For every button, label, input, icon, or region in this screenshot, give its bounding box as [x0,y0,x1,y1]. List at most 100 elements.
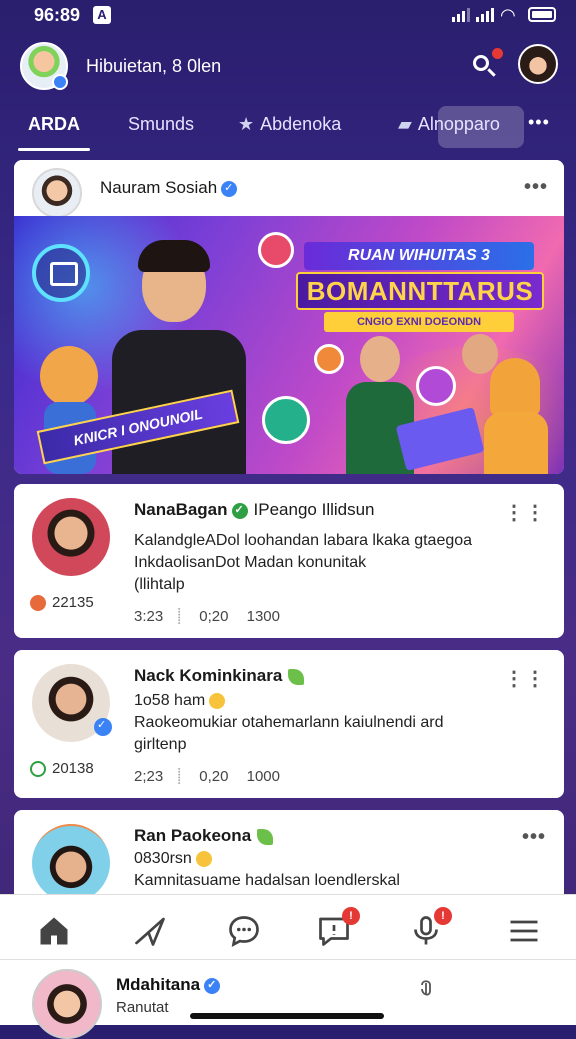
tab-alnopparo[interactable]: ▰ Alnopparo [398,114,500,135]
heart-chip-icon [258,232,294,268]
chat-bubble-icon: ▰ [398,114,412,134]
featured-post-card[interactable]: Nauram Sosiah ••• KNICR I ONOUNOIL RUAN … [14,160,564,474]
post-card[interactable]: Nack Kominkinara ⋮⋮ 1o58 ham Raokeomukia… [14,650,564,798]
more-options-icon[interactable]: ⋮⋮ [504,500,546,525]
post-author-label: Ran Paokeona [134,826,252,845]
search-icon-handle [487,68,496,77]
check-circle-icon [30,761,46,778]
post-meta: 2;23 ⸽ 0,20 1000 [134,766,294,786]
verified-icon [94,718,112,736]
author-avatar[interactable] [32,168,82,218]
post-author-avatar[interactable] [32,824,110,902]
verified-icon [221,180,238,197]
post-text-line: Raokeomukiar otahemarlann kaiulnendi ard [134,714,444,731]
current-user-avatar[interactable] [32,969,102,1039]
notification-dot [492,48,503,59]
home-icon [40,917,68,945]
featured-author-name: Nauram Sosiah [100,178,238,198]
verified-badge-icon [52,74,68,90]
post-meta-value: 0;20 [199,608,229,625]
tab-alnopparo-label: Alnopparo [417,114,500,134]
post-subtitle-row: 1o58 ham [134,690,226,712]
more-options-icon[interactable]: ••• [524,176,548,199]
tab-abdenoka[interactable]: ★ Abdenoka [238,114,341,135]
emoji-icon [195,850,212,867]
meta-separator: ⸽ [177,768,182,785]
post-author-name: NanaBagan IPeango Illidsun [134,500,375,520]
tab-smunds[interactable]: Smunds [128,114,194,135]
post-text-line: (llihtalp [134,576,185,593]
app-header: Hibuietan, 8 0len [0,40,576,92]
search-button[interactable] [470,48,503,82]
touch-icon[interactable] [416,975,436,1001]
status-time: 96:89 [34,5,81,25]
leaf-icon [288,668,305,685]
post-text-line: KalandgleADol loohandan labara lkaka gta… [134,532,473,549]
post-time: 3:23 [134,608,164,625]
post-card[interactable]: NanaBagan IPeango Illidsun ⋮⋮ KalandgleAD… [14,484,564,638]
nav-mic[interactable]: ! [408,907,452,953]
group-member-1 [360,336,400,382]
post-meta: 3:23 ⸽ 0;20 1300 [134,606,294,626]
post-text: Kamnitasuame hadalsan loendlerskal [134,870,400,892]
post-time: 2;23 [134,768,164,785]
more-tabs-icon[interactable]: ••• [528,112,550,133]
nav-home[interactable] [36,913,76,953]
more-options-icon[interactable]: ••• [522,826,546,849]
music-chip-icon [416,366,456,406]
post-text: KalandgleADol loohandan labara lkaka gta… [134,530,472,596]
character-head [40,346,98,406]
post-author-name: Ran Paokeona [134,826,274,846]
nav-chat[interactable] [226,913,266,953]
post-text-line: Kamnitasuame hadalsan loendlerskal [134,872,400,889]
post-subtitle: 0830rsn [134,850,192,867]
featured-banner-image[interactable]: KNICR I ONOUNOIL RUAN WIHUITAS 3 BOMANNT… [14,216,564,474]
banner-title-top: RUAN WIHUITAS 3 [304,242,534,270]
group-member-3 [490,358,540,416]
send-icon [135,917,165,946]
post-meta-value: 0,20 [199,768,229,785]
nav-menu[interactable] [506,913,546,953]
post-author-avatar[interactable] [32,664,112,742]
current-user-name-label: Mdahitana [116,975,201,994]
more-options-icon[interactable]: ⋮⋮ [504,666,546,691]
presenter-hair [138,240,210,272]
post-text-line: InkdaolisanDot Madan konunitak [134,554,367,571]
account-avatar[interactable] [518,44,558,84]
leaf-icon [257,828,274,845]
tv-icon [32,244,90,302]
current-user-name: Mdahitana [116,975,221,995]
menu-icon [510,920,538,942]
video-chip-icon [314,344,344,374]
group-member-3-body [484,412,548,474]
current-user-subtitle: Ranutat [116,999,169,1016]
group-member-2 [462,334,498,374]
profile-avatar[interactable] [20,42,68,90]
search-icon [473,55,489,71]
tab-abdenoka-label: Abdenoka [260,114,342,134]
nav-send[interactable] [132,913,172,953]
post-meta-value: 1000 [246,768,280,785]
signal-icon-2 [476,8,494,22]
post-text: Raokeomukiar otahemarlann kaiulnendi ard… [134,712,444,756]
reaction-count[interactable]: 20138 [30,760,94,778]
tab-bar: ARDA Smunds ★ Abdenoka ▰ Alnopparo ••• [0,102,576,152]
notification-icon: A [93,6,111,24]
reaction-icon [30,595,46,612]
post-subtitle-row: 0830rsn [134,848,212,870]
banner-title-sub: CNGIO EXNI DOEONDN [324,312,514,332]
tab-arda[interactable]: ARDA [28,114,80,135]
nav-messages[interactable]: ! [316,907,360,953]
wifi-icon: ◠ [500,5,516,25]
verified-icon [231,502,248,519]
reaction-count[interactable]: 22135 [30,594,94,612]
post-subtitle: 1o58 ham [134,692,206,709]
mic-badge: ! [434,907,452,925]
status-bar: 96:89 A ◠ [0,0,576,32]
post-author-avatar[interactable] [32,498,110,576]
star-icon: ★ [238,114,255,134]
reaction-count-value: 22135 [52,594,94,611]
home-indicator[interactable] [190,1013,384,1019]
cow-chip-icon [262,396,310,444]
battery-icon [528,7,556,22]
